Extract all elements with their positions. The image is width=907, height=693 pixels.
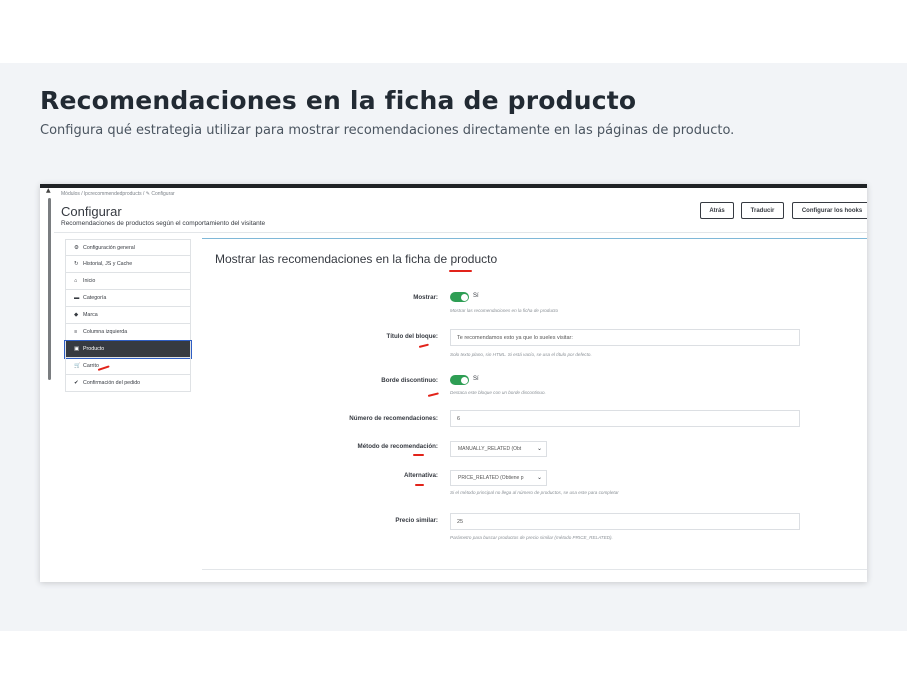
sidebar-item-cart[interactable]: 🛒 Carrito — [65, 358, 191, 375]
sidebar-item-category[interactable]: ▬ Categoría — [65, 290, 191, 307]
fallback-select-value: PRICE_RELATED (Obtiene p — [458, 475, 524, 481]
sidebar-item-label: Configuración general — [83, 244, 135, 251]
similar-price-label: Precio similar: — [395, 517, 438, 524]
sidebar-item-label: Producto — [83, 346, 105, 352]
similar-price-help: Parámetro para buscar productos de preci… — [450, 535, 613, 540]
panel-title: Mostrar las recomendaciones en la ficha … — [215, 252, 498, 266]
sidebar-item-label: Columna izquierda — [83, 329, 128, 335]
panel-footer-divider — [202, 569, 867, 570]
header-divider — [54, 232, 867, 233]
sidebar-menu: ⚙ Configuración general ↻ Historial, JS y … — [64, 239, 192, 392]
fallback-select[interactable]: PRICE_RELATED (Obtiene p ⌄ — [450, 470, 547, 486]
sidebar-item-general[interactable]: ⚙ Configuración general — [65, 239, 191, 256]
count-input[interactable]: 6 — [450, 410, 800, 427]
sidebar-item-history[interactable]: ↻ Historial, JS y Cache — [65, 256, 191, 273]
sidebar-item-label: Inicio — [83, 278, 96, 284]
show-label: Mostrar: — [413, 294, 438, 301]
folder-icon: ▬ — [74, 295, 80, 301]
fallback-help: Si el método principal no llega al númer… — [450, 490, 619, 495]
block-title-label: Título del bloque: — [386, 333, 438, 340]
method-label: Método de recomendación: — [357, 443, 438, 450]
cart-icon: 🛒 — [74, 363, 81, 369]
method-select-value: MANUALLY_RELATED (Obt — [458, 446, 522, 452]
page-title: Configurar — [61, 204, 122, 219]
border-label: Borde discontinuo: — [381, 377, 438, 384]
sidebar-item-brand[interactable]: ◆ Marca — [65, 307, 191, 324]
sidebar-item-home[interactable]: ⌂ Inicio — [65, 273, 191, 290]
refresh-icon: ↻ — [74, 261, 79, 267]
sidebar-item-product[interactable]: ▣ Producto — [64, 340, 192, 359]
sidebar-item-left-column[interactable]: ≡ Columna izquierda — [65, 324, 191, 341]
method-select[interactable]: MANUALLY_RELATED (Obt ⌄ — [450, 441, 547, 457]
annotation-underline — [449, 270, 472, 272]
configure-hooks-button[interactable]: Configurar los hooks — [792, 202, 867, 219]
block-title-input[interactable]: Te recomendamos esto ya que lo sueles vi… — [450, 329, 800, 346]
border-help: Destaca este bloque con un borde discont… — [450, 390, 546, 395]
tag-icon: ◆ — [74, 312, 79, 318]
top-bar — [40, 184, 867, 188]
book-icon: ▣ — [74, 346, 80, 352]
list-icon: ≡ — [74, 329, 78, 335]
hero-subtitle: Configura qué estrategia utilizar para m… — [40, 123, 735, 138]
sidebar-item-label: Carrito — [83, 363, 99, 369]
scrollbar-thumb[interactable] — [48, 198, 51, 380]
gear-icon: ⚙ — [74, 244, 79, 251]
border-toggle-value: Sí — [473, 376, 479, 382]
annotation-underline — [415, 484, 424, 486]
sidebar-item-label: Marca — [83, 312, 98, 318]
block-title-help: Solo texto plano, sin HTML. Si está vací… — [450, 352, 592, 357]
sidebar-item-label: Historial, JS y Cache — [83, 261, 133, 267]
back-button[interactable]: Atrás — [700, 202, 734, 219]
sidebar-item-label: Categoría — [83, 295, 107, 301]
chevron-down-icon: ⌄ — [536, 475, 542, 481]
home-icon: ⌂ — [74, 278, 78, 284]
show-help: Mostrar las recomendaciones en la ficha … — [450, 308, 559, 313]
translate-button[interactable]: Traducir — [741, 202, 784, 219]
settings-panel: Mostrar las recomendaciones en la ficha … — [202, 238, 867, 582]
scroll-up-icon[interactable]: ▲ — [46, 188, 51, 194]
chevron-down-icon: ⌄ — [536, 446, 542, 452]
breadcrumb[interactable]: Módulos / lpcrecommendedproducts / ✎ Con… — [61, 191, 175, 197]
annotation-underline — [413, 454, 424, 456]
border-toggle[interactable] — [450, 375, 469, 385]
hero-title: Recomendaciones en la ficha de producto — [40, 86, 637, 115]
count-label: Número de recomendaciones: — [349, 415, 438, 422]
check-icon: ✔ — [74, 380, 79, 386]
sidebar-item-order-confirmation[interactable]: ✔ Confirmación del pedido — [65, 375, 191, 392]
sidebar-item-label: Confirmación del pedido — [83, 380, 141, 386]
show-toggle[interactable] — [450, 292, 469, 302]
similar-price-input[interactable]: 25 — [450, 513, 800, 530]
fallback-label: Alternativa: — [403, 472, 438, 479]
admin-screenshot: ▲ Módulos / lpcrecommendedproducts / ✎ C… — [40, 184, 867, 582]
show-toggle-value: Sí — [473, 293, 479, 299]
page-subtitle: Recomendaciones de productos según el co… — [61, 220, 266, 227]
